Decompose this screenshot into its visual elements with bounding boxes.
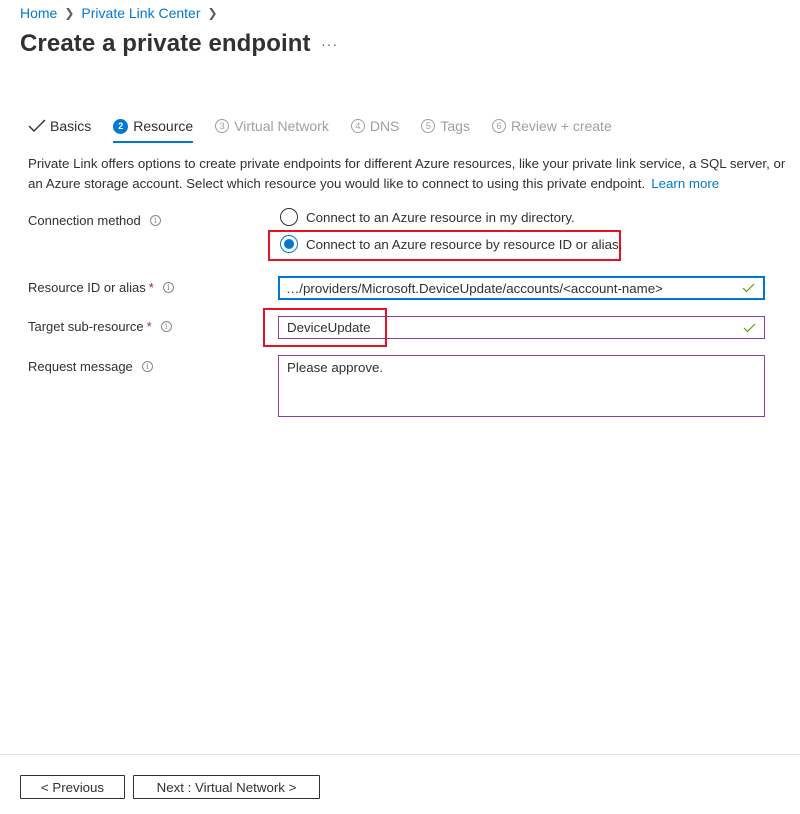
footer-divider (0, 754, 800, 755)
radio-label: Connect to an Azure resource by resource… (306, 236, 623, 252)
breadcrumb-private-link-center[interactable]: Private Link Center (81, 5, 200, 21)
tab-label: DNS (369, 118, 400, 134)
tab-dns[interactable]: 4 DNS (350, 114, 400, 138)
label-text: Request message (28, 359, 133, 374)
tab-resource[interactable]: 2 Resource (113, 114, 194, 143)
connection-method-label: Connection method i (28, 213, 161, 228)
tab-virtual-network[interactable]: 3 Virtual Network (215, 114, 329, 138)
checkmark-icon (28, 119, 46, 133)
resource-id-label: Resource ID or alias * i (28, 280, 174, 295)
previous-button[interactable]: < Previous (20, 775, 125, 799)
chevron-right-icon: ❯ (207, 6, 218, 20)
page-title: Create a private endpoint (20, 30, 311, 57)
description: Private Link offers options to create pr… (28, 154, 788, 194)
next-button[interactable]: Next : Virtual Network > (133, 775, 320, 799)
textarea-value: Please approve. (287, 360, 384, 375)
request-message-label: Request message i (28, 359, 153, 374)
resource-id-input[interactable]: …/providers/Microsoft.DeviceUpdate/accou… (278, 276, 765, 300)
required-asterisk: * (148, 280, 154, 295)
chevron-right-icon: ❯ (64, 6, 75, 20)
tab-label: Resource (133, 118, 194, 134)
request-message-textarea[interactable]: Please approve. (278, 355, 765, 417)
label-text: Resource ID or alias (28, 280, 146, 295)
tab-label: Virtual Network (234, 118, 329, 134)
tab-label: Basics (50, 118, 92, 134)
step-number-badge: 5 (421, 119, 436, 133)
radio-label: Connect to an Azure resource in my direc… (306, 209, 575, 225)
info-icon[interactable]: i (162, 282, 174, 293)
label-text: Target sub-resource (28, 319, 144, 334)
tab-review-create[interactable]: 6 Review + create (491, 114, 612, 138)
step-number-badge: 2 (113, 118, 129, 134)
radio-option-directory[interactable]: Connect to an Azure resource in my direc… (280, 208, 575, 226)
info-icon[interactable]: i (141, 361, 153, 372)
radio-option-resource-id[interactable]: Connect to an Azure resource by resource… (280, 235, 622, 253)
radio-unchecked-icon[interactable] (280, 208, 298, 226)
wizard-tabs: Basics 2 Resource 3 Virtual Network 4 DN… (28, 114, 634, 143)
step-number-badge: 3 (215, 119, 230, 133)
valid-check-icon (742, 283, 755, 293)
breadcrumb: Home ❯ Private Link Center ❯ (20, 5, 225, 21)
tab-tags[interactable]: 5 Tags (421, 114, 470, 138)
more-options-icon[interactable]: ··· (321, 36, 338, 52)
info-icon[interactable]: i (149, 215, 161, 226)
highlight-box (263, 308, 387, 347)
radio-checked-icon[interactable] (280, 235, 298, 253)
valid-check-icon (743, 323, 756, 333)
target-sub-resource-label: Target sub-resource * i (28, 319, 172, 334)
tab-basics[interactable]: Basics (28, 114, 91, 138)
input-value: …/providers/Microsoft.DeviceUpdate/accou… (286, 280, 663, 296)
breadcrumb-home[interactable]: Home (20, 5, 57, 21)
step-number-badge: 6 (491, 119, 506, 133)
label-text: Connection method (28, 213, 141, 228)
step-number-badge: 4 (350, 119, 365, 133)
tab-label: Review + create (510, 118, 612, 134)
required-asterisk: * (146, 319, 152, 334)
learn-more-link[interactable]: Learn more (651, 176, 719, 191)
tab-label: Tags (440, 118, 470, 134)
info-icon[interactable]: i (160, 321, 172, 332)
